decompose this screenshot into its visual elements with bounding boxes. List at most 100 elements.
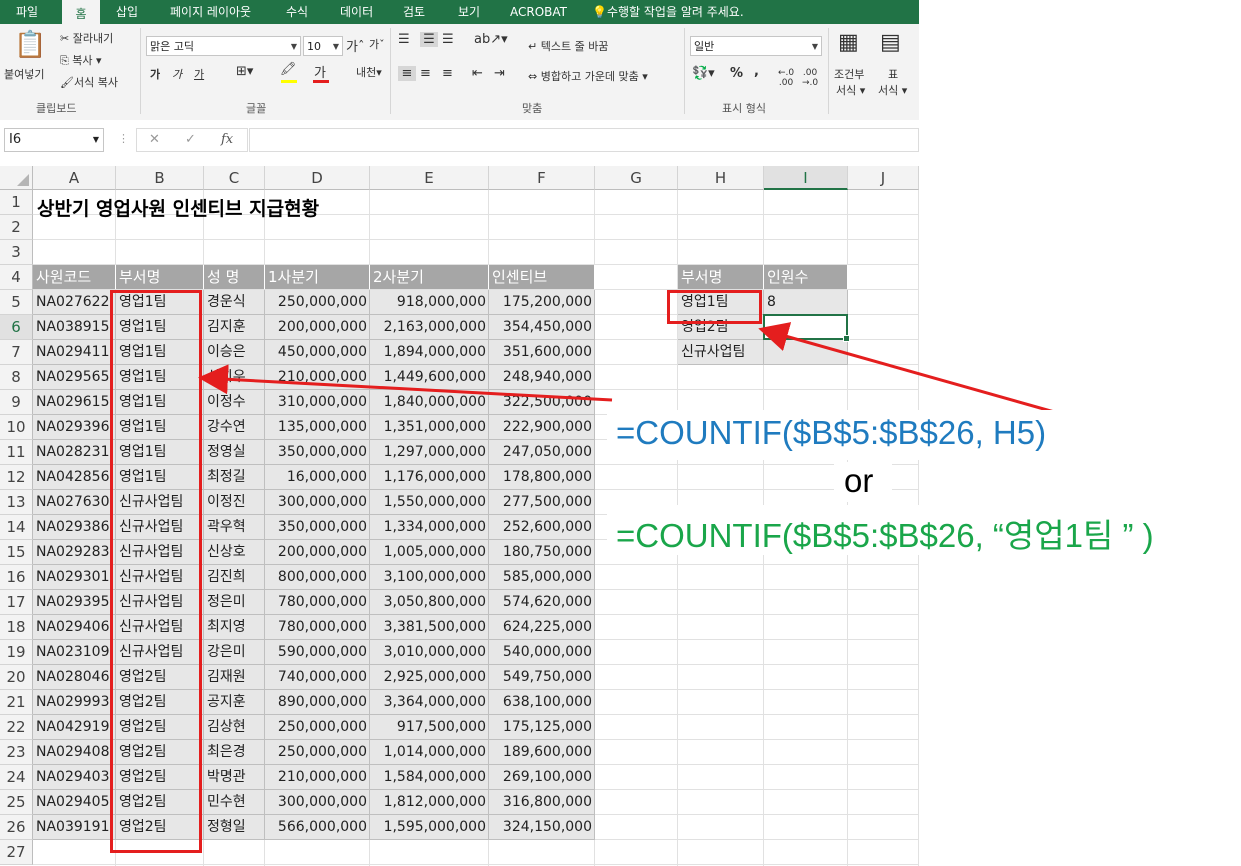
cancel-icon[interactable]: ✕ (149, 132, 160, 147)
column-header-j[interactable]: J (848, 166, 919, 190)
table-cell[interactable]: 250,000,000 (265, 740, 370, 764)
row-header-13[interactable]: 13 (0, 490, 33, 515)
row-header-1[interactable]: 1 (0, 190, 33, 215)
table-cell[interactable]: 신상호 (204, 540, 265, 564)
format-as-table-button-2[interactable]: 서식 ▾ (878, 82, 907, 98)
table-cell[interactable]: 1,584,000,000 (370, 765, 489, 789)
table-cell[interactable]: NA029396 (33, 415, 116, 439)
table-cell[interactable]: NA029615 (33, 390, 116, 414)
tab-review[interactable]: 검토 (403, 0, 425, 24)
row-header-27[interactable]: 27 (0, 840, 33, 865)
row-header-5[interactable]: 5 (0, 290, 33, 315)
table-cell[interactable]: 1,005,000,000 (370, 540, 489, 564)
table-cell[interactable]: 최은경 (204, 740, 265, 764)
italic-button[interactable]: 가 (172, 66, 182, 82)
table-cell[interactable]: 3,010,000,000 (370, 640, 489, 664)
table-header-cell[interactable]: 성 명 (204, 265, 265, 289)
column-header-d[interactable]: D (265, 166, 370, 190)
table-cell[interactable]: NA038915 (33, 315, 116, 339)
table-cell[interactable]: 917,500,000 (370, 715, 489, 739)
table-cell[interactable]: 정은미 (204, 590, 265, 614)
table-cell[interactable]: 189,600,000 (489, 740, 595, 764)
formula-input[interactable] (249, 128, 919, 152)
table-cell[interactable]: 곽우혁 (204, 515, 265, 539)
table-cell[interactable]: NA039191 (33, 815, 116, 839)
column-header-h[interactable]: H (678, 166, 764, 190)
tab-acrobat[interactable]: ACROBAT (510, 0, 567, 24)
tab-file[interactable]: 파일 (16, 0, 38, 24)
summary-cell[interactable]: 8 (764, 290, 848, 314)
table-cell[interactable]: NA029283 (33, 540, 116, 564)
tab-insert[interactable]: 삽입 (116, 0, 138, 24)
table-header-cell[interactable]: 1사분기 (265, 265, 370, 289)
table-cell[interactable]: NA029403 (33, 765, 116, 789)
grow-font-icon[interactable]: 가ˆ (346, 36, 364, 55)
table-header-cell[interactable]: 2사분기 (370, 265, 489, 289)
tab-home[interactable]: 홈 (62, 0, 100, 26)
table-cell[interactable]: 740,000,000 (265, 665, 370, 689)
table-cell[interactable]: 638,100,000 (489, 690, 595, 714)
border-icon[interactable]: ⊞▾ (236, 64, 253, 79)
table-cell[interactable]: 200,000,000 (265, 540, 370, 564)
row-header-4[interactable]: 4 (0, 265, 33, 290)
tab-data[interactable]: 데이터 (340, 0, 373, 24)
conditional-format-button-2[interactable]: 서식 ▾ (836, 82, 865, 98)
table-cell[interactable]: 3,050,800,000 (370, 590, 489, 614)
cut-button[interactable]: ✂ 잘라내기 (60, 30, 113, 46)
row-header-16[interactable]: 16 (0, 565, 33, 590)
table-cell[interactable]: 350,000,000 (265, 515, 370, 539)
table-cell[interactable]: 890,000,000 (265, 690, 370, 714)
table-cell[interactable]: 780,000,000 (265, 615, 370, 639)
table-cell[interactable]: 김재원 (204, 665, 265, 689)
table-cell[interactable]: 918,000,000 (370, 290, 489, 314)
table-cell[interactable]: 780,000,000 (265, 590, 370, 614)
row-header-14[interactable]: 14 (0, 515, 33, 540)
table-cell[interactable]: 경운식 (204, 290, 265, 314)
row-header-18[interactable]: 18 (0, 615, 33, 640)
table-cell[interactable]: 222,900,000 (489, 415, 595, 439)
row-header-24[interactable]: 24 (0, 765, 33, 790)
align-top-icon[interactable]: ☰ (398, 32, 410, 47)
table-cell[interactable]: 540,000,000 (489, 640, 595, 664)
increase-indent-icon[interactable]: ⇥ (494, 66, 505, 81)
table-cell[interactable]: NA042856 (33, 465, 116, 489)
format-as-table-button[interactable]: 표 (888, 66, 898, 82)
table-cell[interactable]: 316,800,000 (489, 790, 595, 814)
table-cell[interactable]: 16,000,000 (265, 465, 370, 489)
table-cell[interactable]: 1,176,000,000 (370, 465, 489, 489)
table-cell[interactable]: 247,050,000 (489, 440, 595, 464)
row-header-11[interactable]: 11 (0, 440, 33, 465)
conditional-format-icon[interactable]: ▦ (838, 30, 859, 55)
align-right-icon[interactable]: ≡ (442, 66, 453, 81)
row-header-20[interactable]: 20 (0, 665, 33, 690)
table-cell[interactable]: 1,334,000,000 (370, 515, 489, 539)
row-header-12[interactable]: 12 (0, 465, 33, 490)
table-cell[interactable]: 박명관 (204, 765, 265, 789)
align-left-icon[interactable]: ≡ (398, 66, 416, 81)
table-cell[interactable]: 1,550,000,000 (370, 490, 489, 514)
shrink-font-icon[interactable]: 가ˇ (369, 36, 385, 52)
table-cell[interactable]: 강은미 (204, 640, 265, 664)
font-color-icon[interactable]: 가 (314, 62, 326, 81)
wrap-text-button[interactable]: ↵ 텍스트 줄 바꿈 (528, 38, 608, 54)
table-cell[interactable]: 574,620,000 (489, 590, 595, 614)
merge-center-button[interactable]: ⇔ 병합하고 가운데 맞춤 ▾ (528, 68, 648, 84)
table-cell[interactable]: 351,600,000 (489, 340, 595, 364)
table-cell[interactable]: 민수현 (204, 790, 265, 814)
row-header-7[interactable]: 7 (0, 340, 33, 365)
table-cell[interactable]: 590,000,000 (265, 640, 370, 664)
table-cell[interactable]: 450,000,000 (265, 340, 370, 364)
row-header-8[interactable]: 8 (0, 365, 33, 390)
table-cell[interactable]: 정형일 (204, 815, 265, 839)
table-cell[interactable]: 300,000,000 (265, 490, 370, 514)
table-cell[interactable]: 269,100,000 (489, 765, 595, 789)
table-cell[interactable]: NA042919 (33, 715, 116, 739)
conditional-format-button[interactable]: 조건부 (834, 66, 864, 82)
table-cell[interactable]: NA028231 (33, 440, 116, 464)
row-header-3[interactable]: 3 (0, 240, 33, 265)
table-cell[interactable]: 정영실 (204, 440, 265, 464)
table-header-cell[interactable]: 인센티브 (489, 265, 595, 289)
table-cell[interactable]: NA029386 (33, 515, 116, 539)
table-cell[interactable]: 210,000,000 (265, 365, 370, 389)
table-cell[interactable]: NA029406 (33, 615, 116, 639)
